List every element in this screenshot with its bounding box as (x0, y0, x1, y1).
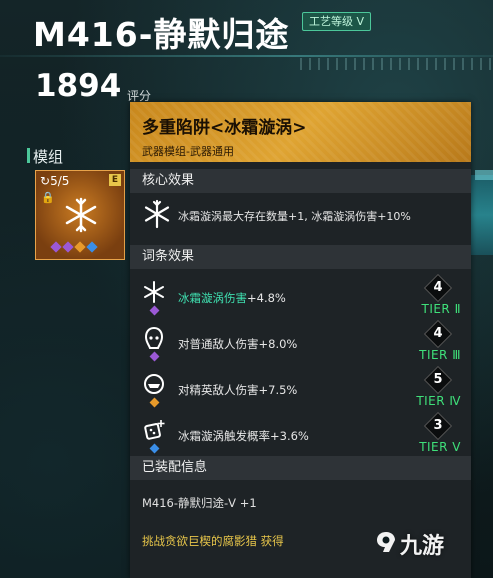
tier-number-badge: 4 (423, 319, 453, 349)
rarity-pip (149, 305, 160, 316)
rarity-pip (149, 443, 160, 454)
pip (74, 241, 86, 253)
mod-slot-tag: E (109, 174, 121, 186)
header-dots-decoration (300, 58, 493, 70)
tier-label: TIER Ⅳ (416, 394, 461, 408)
mod-header: 多重陷阱<冰霜漩涡> 武器模组-武器通用 (130, 102, 471, 162)
lock-icon: 🔒 (41, 191, 55, 204)
tier-number-badge: 3 (423, 411, 453, 441)
affix-row: 对精英敌人伤害+7.5% 5 TIER Ⅳ (130, 365, 471, 410)
background-weapon-art (470, 175, 493, 255)
snowflake-icon (65, 197, 97, 233)
nine-game-logo-icon (377, 532, 395, 552)
affix-row: 冰霜漩涡伤害+4.8% 4 TIER Ⅱ (130, 273, 471, 318)
core-effect-header: 核心效果 (130, 169, 471, 193)
refresh-icon: ↻ (40, 174, 51, 188)
source-text: 挑战贪欲巨楔的腐影猎 获得 (142, 534, 284, 548)
core-effect-text: 冰霜漩涡最大存在数量+1, 冰霜漩涡伤害+10% (178, 210, 411, 223)
rarity-pip (149, 351, 160, 362)
craft-level-badge: 工艺等级 V (302, 12, 372, 31)
mods-section-label: 模组 (26, 148, 64, 166)
affix-text: 对普通敌人伤害+8.0% (178, 337, 298, 351)
frost-damage-icon (144, 281, 164, 303)
mod-slot-count: ↻5/5 (40, 174, 70, 188)
equip-info-header: 已装配信息 (130, 456, 471, 480)
rarity-pip (149, 397, 160, 408)
affix-header: 词条效果 (130, 245, 471, 269)
pip (50, 241, 62, 253)
equip-info-text: M416-静默归途-V +1 (142, 496, 257, 510)
affix-row: 对普通敌人伤害+8.0% 4 TIER Ⅲ (130, 319, 471, 364)
core-effect-row: 冰霜漩涡最大存在数量+1, 冰霜漩涡伤害+10% (130, 192, 471, 238)
mod-detail-panel: 多重陷阱<冰霜漩涡> 武器模组-武器通用 核心效果 冰霜漩涡最大存在数量+1, … (130, 102, 471, 578)
pip (62, 241, 74, 253)
affix-text: 对精英敌人伤害+7.5% (178, 383, 298, 397)
trigger-chance-icon (144, 420, 165, 440)
tier-number-badge: 4 (423, 273, 453, 303)
affix-row: 冰霜漩涡触发概率+3.6% 3 TIER Ⅴ (130, 411, 471, 456)
affix-text: 冰霜漩涡触发概率+3.6% (178, 429, 309, 443)
affix-text: 冰霜漩涡伤害+4.8% (178, 291, 286, 305)
mod-title: 多重陷阱<冰霜漩涡> (142, 118, 307, 138)
weapon-score: 1894 (35, 68, 122, 104)
mod-subtitle: 武器模组-武器通用 (142, 145, 234, 158)
background-weapon-art-top (475, 170, 493, 180)
normal-enemy-icon (144, 326, 164, 349)
tier-label: TIER Ⅲ (419, 348, 461, 362)
elite-enemy-icon (144, 374, 164, 394)
weapon-title: M416-静默归途 (33, 15, 290, 54)
mod-slot[interactable]: ↻5/5 🔒 E (35, 170, 125, 260)
watermark-text: 九游 (400, 534, 445, 559)
tier-label: TIER Ⅴ (419, 440, 461, 454)
pip (86, 241, 98, 253)
snowflake-icon (144, 199, 170, 229)
tier-number-badge: 5 (423, 365, 453, 395)
tier-label: TIER Ⅱ (421, 302, 461, 316)
mod-slot-pips (50, 241, 98, 253)
